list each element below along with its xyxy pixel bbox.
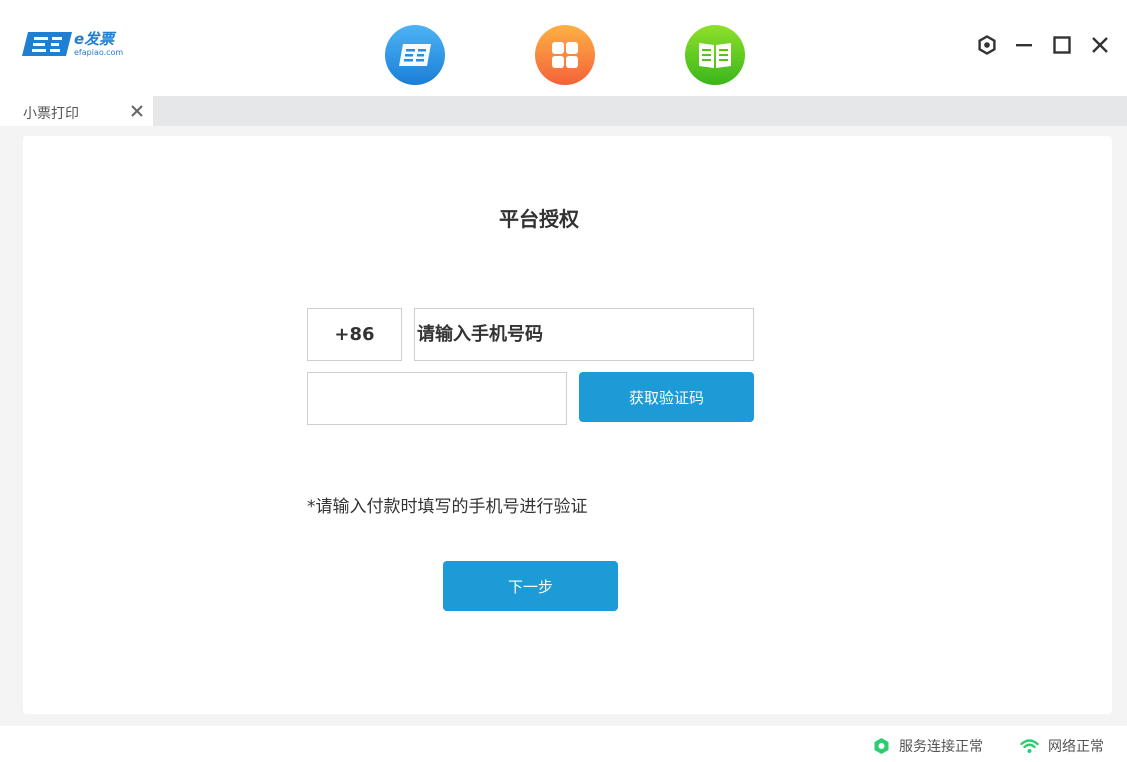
book-app-icon[interactable] (685, 25, 745, 85)
next-button[interactable]: 下一步 (443, 561, 618, 611)
logo-mark-icon (22, 32, 72, 56)
tab-bar: 小票打印 (0, 96, 1127, 126)
country-code-selector[interactable]: +86 (307, 308, 402, 361)
tab-label: 小票打印 (23, 106, 79, 122)
network-status-text: 网络正常 (1048, 739, 1104, 755)
minimize-icon[interactable] (1012, 33, 1036, 57)
verification-hint: *请输入付款时填写的手机号进行验证 (307, 497, 588, 517)
verification-code-input[interactable] (307, 372, 567, 425)
close-icon[interactable] (1088, 33, 1112, 57)
network-status: 网络正常 (1020, 736, 1104, 756)
service-status: 服务连接正常 (873, 736, 983, 756)
grid-app-icon[interactable] (535, 25, 595, 85)
efapiao-logo: e发票 efapiao.com (22, 28, 132, 62)
maximize-icon[interactable] (1050, 33, 1074, 57)
page-title: 平台授权 (499, 207, 579, 231)
status-bar: 服务连接正常 网络正常 (0, 726, 1127, 762)
settings-icon[interactable] (975, 33, 999, 57)
app-window: e发票 efapiao.com 小票打印 平台授权 +86 请输入手机号码 获取… (0, 0, 1127, 762)
wifi-icon (1020, 739, 1039, 753)
logo-brand-text: e发票 (74, 30, 115, 48)
phone-input[interactable] (414, 308, 754, 361)
service-ok-icon (874, 738, 889, 754)
get-code-button[interactable]: 获取验证码 (579, 372, 754, 422)
tab-close-icon[interactable] (128, 102, 146, 120)
service-status-text: 服务连接正常 (899, 739, 983, 755)
logo-domain-text: efapiao.com (74, 48, 124, 57)
title-bar: e发票 efapiao.com (0, 0, 1127, 96)
tab-receipt-print[interactable]: 小票打印 (0, 96, 153, 126)
invoice-app-icon[interactable] (385, 25, 445, 85)
